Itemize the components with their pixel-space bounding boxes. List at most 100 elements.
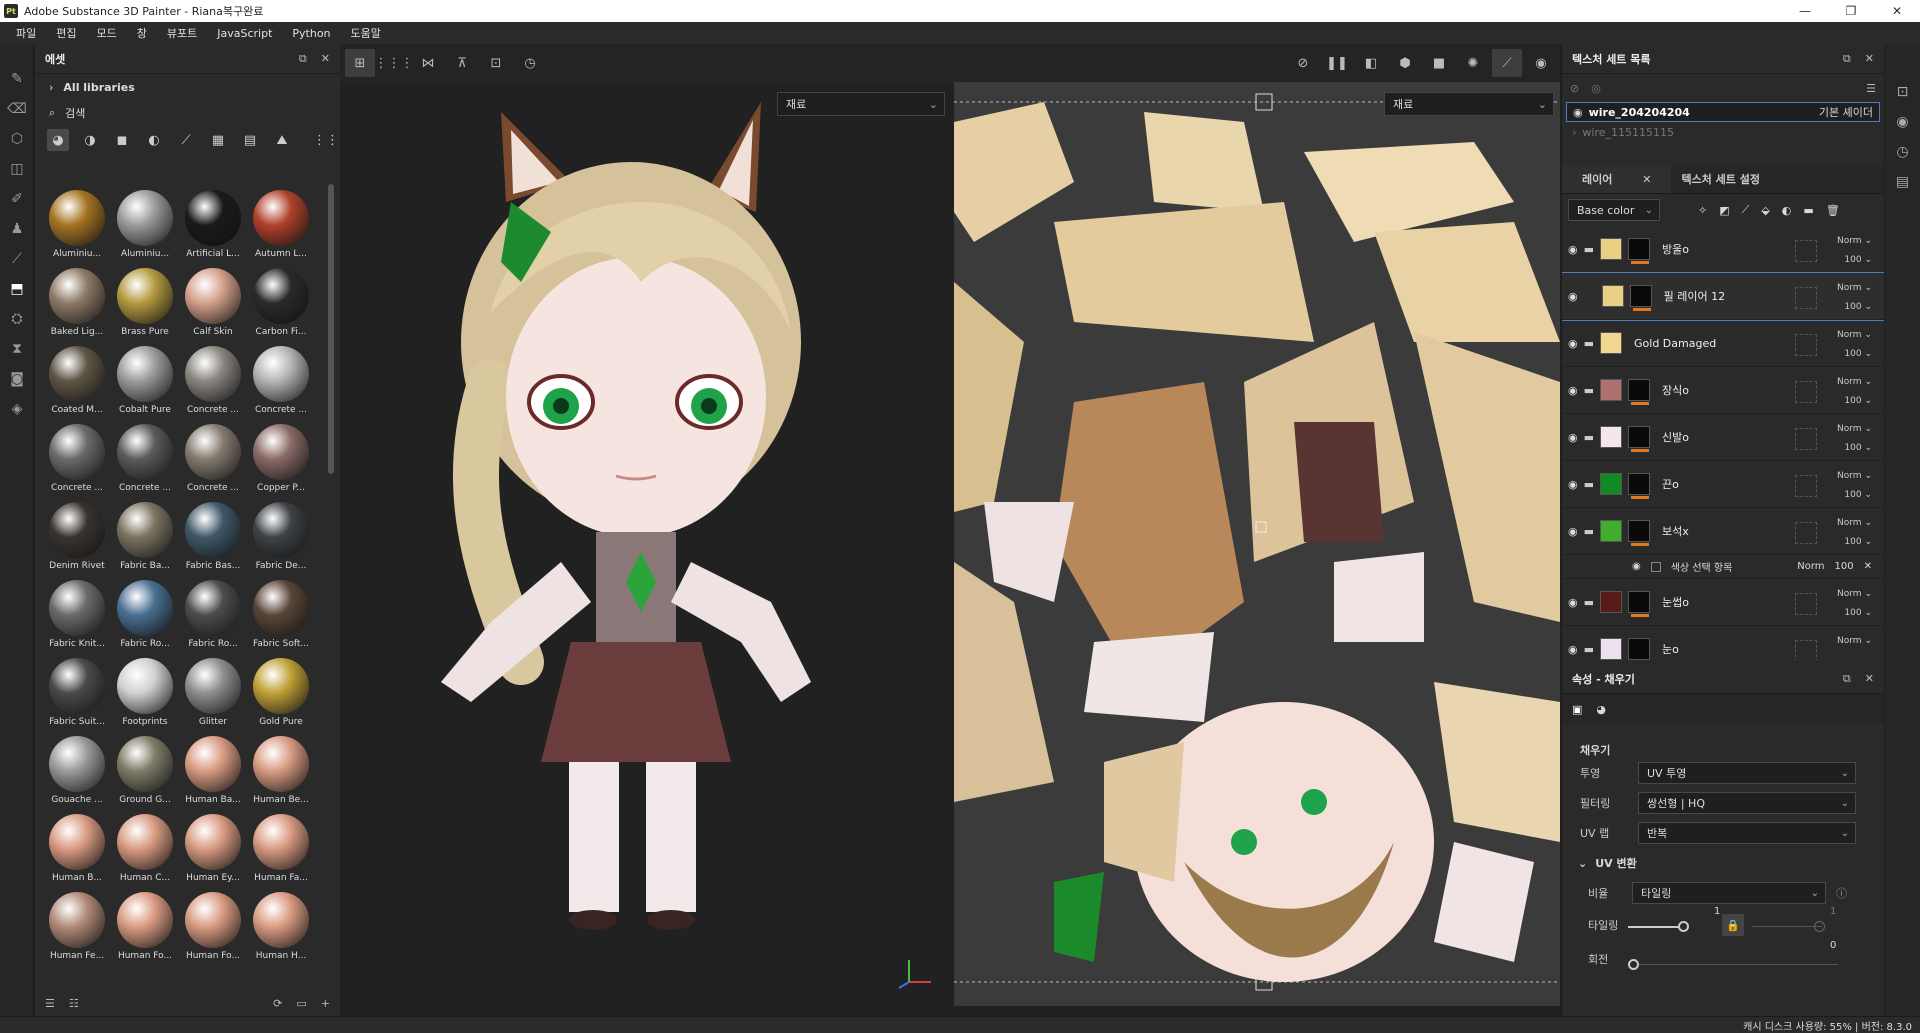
- undock-icon[interactable]: ⧉: [299, 52, 307, 66]
- shader-icon[interactable]: ◉: [1896, 114, 1908, 130]
- visibility-eye-icon[interactable]: ◉: [1568, 337, 1578, 350]
- layer-blend[interactable]: Norm ⌄ 100 ⌄: [1795, 279, 1872, 317]
- menu-python[interactable]: Python: [282, 27, 340, 40]
- tab-layers[interactable]: 레이어 ✕: [1562, 165, 1672, 193]
- brush-icon[interactable]: ⟋: [1492, 49, 1522, 77]
- blend-mode[interactable]: Norm: [1837, 518, 1862, 528]
- layer-blend[interactable]: Norm ⌄ ⌄: [1795, 632, 1872, 660]
- tiling-slider-handle[interactable]: [1678, 921, 1689, 932]
- info-icon[interactable]: ⓘ: [1836, 885, 1847, 901]
- effect-row[interactable]: ◉ 색상 선택 항목 Norm 100 ✕: [1562, 555, 1884, 579]
- brushes-filter-icon[interactable]: ⟋: [175, 129, 197, 151]
- blend-mode[interactable]: Norm: [1837, 377, 1862, 387]
- asset-tile[interactable]: Concrete ...: [43, 418, 111, 496]
- blend-mode[interactable]: Norm: [1837, 471, 1862, 481]
- camera-video-icon[interactable]: ■: [1424, 49, 1454, 77]
- split-view-icon[interactable]: ◧: [1356, 49, 1386, 77]
- layer-color-swatch[interactable]: [1600, 638, 1623, 660]
- cube-icon[interactable]: ⬢: [1390, 49, 1420, 77]
- library-selector[interactable]: › All libraries: [35, 74, 340, 100]
- filters-filter-icon[interactable]: ▤: [239, 129, 261, 151]
- viewport-2d-material-select[interactable]: 재료 ⌄: [1384, 92, 1554, 116]
- asset-tile[interactable]: Human Be...: [247, 730, 315, 808]
- visibility-eye-icon[interactable]: ◉: [1568, 243, 1578, 256]
- asset-search[interactable]: ⌕ 검색: [35, 100, 340, 126]
- asset-tile[interactable]: Baked Lig...: [43, 262, 111, 340]
- add-paint-layer-icon[interactable]: ⟋: [1742, 203, 1750, 217]
- layer-opacity[interactable]: 100: [1844, 302, 1861, 312]
- history-icon[interactable]: ◷: [515, 49, 545, 77]
- materials-filter-icon[interactable]: ◕: [47, 129, 69, 151]
- layer-opacity[interactable]: 100: [1844, 349, 1861, 359]
- close-icon[interactable]: ✕: [1864, 561, 1872, 572]
- layer-color-swatch[interactable]: [1600, 591, 1623, 613]
- texture-set-item[interactable]: › wire_115115115: [1566, 122, 1880, 142]
- layer-row[interactable]: ◉ ▬ 끈o Norm ⌄ 100 ⌄: [1562, 461, 1884, 508]
- paint-brush-icon[interactable]: ✎: [0, 64, 34, 94]
- layer-color-swatch[interactable]: [1601, 285, 1624, 307]
- visibility-eye-icon[interactable]: ◉: [1632, 561, 1641, 572]
- asset-tile[interactable]: Glitter: [179, 652, 247, 730]
- viewport-2d-uv[interactable]: 재료 ⌄: [954, 82, 1560, 1006]
- history-icon[interactable]: ◷: [1896, 144, 1908, 160]
- environments-filter-icon[interactable]: ⛰: [271, 129, 293, 151]
- menu-mode[interactable]: 모드: [87, 25, 127, 41]
- tab-texture-set-settings[interactable]: 텍스처 세트 설정: [1671, 165, 1770, 193]
- effect-blend[interactable]: Norm: [1797, 561, 1824, 572]
- layer-color-swatch[interactable]: [1600, 379, 1623, 401]
- layer-color-swatch[interactable]: [1600, 520, 1623, 542]
- asset-tile[interactable]: Concrete ...: [247, 340, 315, 418]
- fill-settings-icon[interactable]: ▣: [1572, 703, 1582, 716]
- layer-row[interactable]: ◉ ▬ 방울o Norm ⌄ 100 ⌄: [1562, 226, 1884, 273]
- visibility-eye-icon[interactable]: ◉: [1568, 431, 1578, 444]
- asset-tile[interactable]: Concrete ...: [179, 340, 247, 418]
- layer-blend[interactable]: Norm ⌄ 100 ⌄: [1795, 326, 1872, 364]
- menu-help[interactable]: 도움말: [341, 25, 391, 41]
- asset-tile[interactable]: Coated M...: [43, 340, 111, 418]
- assets-panel-icon[interactable]: ⬒: [0, 274, 34, 304]
- asset-tile[interactable]: Human Fa...: [247, 808, 315, 886]
- asset-tile[interactable]: Human Fe...: [43, 886, 111, 964]
- smudge-icon[interactable]: ✐: [0, 184, 34, 214]
- property-select[interactable]: UV 투영 ⌄: [1638, 762, 1856, 784]
- asset-tile[interactable]: Ground G...: [111, 730, 179, 808]
- tiling-v-slider-handle[interactable]: [1814, 921, 1825, 932]
- texture-set-icon[interactable]: ◈: [0, 394, 34, 424]
- layer-mask-thumbnail[interactable]: [1628, 591, 1651, 617]
- checkbox[interactable]: [1650, 561, 1661, 572]
- close-window-button[interactable]: ✕: [1874, 0, 1920, 22]
- undock-icon[interactable]: ⧉: [1843, 52, 1851, 66]
- alphas-filter-icon[interactable]: ◐: [143, 129, 165, 151]
- asset-tile[interactable]: Human Fo...: [111, 886, 179, 964]
- layer-mask-thumbnail[interactable]: [1628, 379, 1651, 405]
- asset-tile[interactable]: Autumn L...: [247, 184, 315, 262]
- asset-tile[interactable]: Fabric Ro...: [111, 574, 179, 652]
- asset-tile[interactable]: Calf Skin: [179, 262, 247, 340]
- blend-mode[interactable]: Norm: [1837, 636, 1862, 646]
- asset-tile[interactable]: Brass Pure: [111, 262, 179, 340]
- visibility-eye-icon[interactable]: ◉: [1568, 525, 1578, 538]
- layer-row[interactable]: ◉ ▬ 눈썹o Norm ⌄ 100 ⌄: [1562, 579, 1884, 626]
- asset-tile[interactable]: Concrete ...: [111, 418, 179, 496]
- procedurals-filter-icon[interactable]: ▦: [207, 129, 229, 151]
- hide-icon[interactable]: ⊘: [1288, 49, 1318, 77]
- property-select[interactable]: 반복 ⌄: [1638, 822, 1856, 844]
- smart-materials-filter-icon[interactable]: ◑: [79, 129, 101, 151]
- asset-tile[interactable]: Human C...: [111, 808, 179, 886]
- lighting-icon[interactable]: ✺: [1458, 49, 1488, 77]
- texture-set-shader[interactable]: 기본 셰이더: [1819, 104, 1873, 120]
- layer-opacity[interactable]: 100: [1844, 255, 1861, 265]
- layer-blend[interactable]: Norm ⌄ 100 ⌄: [1795, 514, 1872, 552]
- layer-opacity[interactable]: 100: [1844, 537, 1861, 547]
- refresh-icon[interactable]: ⟳: [273, 997, 282, 1010]
- asset-tile[interactable]: Footprints: [111, 652, 179, 730]
- eraser-icon[interactable]: ⌫: [0, 94, 34, 124]
- menu-viewport[interactable]: 뷰포트: [157, 25, 207, 41]
- uv-handle-top[interactable]: [1255, 93, 1273, 111]
- undock-icon[interactable]: ⧉: [1843, 672, 1851, 686]
- layer-blend[interactable]: Norm ⌄ 100 ⌄: [1795, 585, 1872, 623]
- display-settings-icon[interactable]: ⧗: [0, 334, 34, 364]
- layer-color-swatch[interactable]: [1600, 426, 1623, 448]
- asset-tile[interactable]: Aluminiu...: [111, 184, 179, 262]
- minimize-button[interactable]: —: [1782, 0, 1828, 22]
